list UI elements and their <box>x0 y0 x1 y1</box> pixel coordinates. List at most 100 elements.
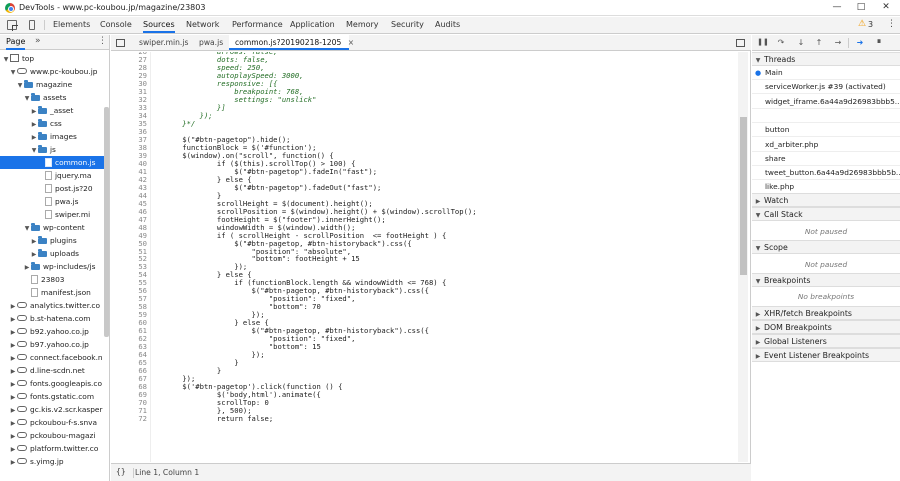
navigator-scrollbar[interactable] <box>104 107 109 337</box>
scope-section-header[interactable]: ▼ Scope <box>752 240 900 254</box>
editor-tab-swiper[interactable]: swiper.min.js <box>133 35 194 50</box>
tree-item[interactable]: ▼ www.pc-koubou.jp <box>0 65 109 78</box>
tree-item[interactable]: ▶ fonts.gstatic.com <box>0 390 109 403</box>
code-line[interactable]: }*/ <box>165 119 195 128</box>
tab-sources[interactable]: Sources <box>143 17 175 33</box>
tab-memory[interactable]: Memory <box>346 17 379 33</box>
more-tabs-icon[interactable]: » <box>35 36 41 46</box>
watch-section-header[interactable]: ▶ Watch <box>752 193 900 207</box>
inspect-element-icon[interactable] <box>7 20 18 31</box>
step-icon[interactable]: → <box>832 37 844 48</box>
close-tab-icon[interactable]: × <box>348 38 354 47</box>
devtools-menu-icon[interactable]: ⋮ <box>887 19 896 29</box>
close-window-button[interactable]: ✕ <box>875 1 897 14</box>
pretty-print-icon[interactable]: {} <box>116 467 126 476</box>
tree-item[interactable]: ▼ wp-content <box>0 221 109 234</box>
tree-item[interactable]: ▼ js <box>0 143 109 156</box>
thread-item[interactable]: tweet_button.6a44a9d26983bbb5b... <box>752 166 900 181</box>
tab-console[interactable]: Console <box>100 17 132 33</box>
tree-item[interactable]: post.js?20 <box>0 182 109 195</box>
tree-item[interactable]: ▶ connect.facebook.n <box>0 351 109 364</box>
toggle-navigator-icon[interactable] <box>116 39 125 47</box>
warning-count[interactable]: 3 <box>868 20 873 29</box>
code-content[interactable]: 26 arrows: false,27 dots: false,28 speed… <box>111 52 751 462</box>
tree-item[interactable]: ▼ assets <box>0 91 109 104</box>
navigator-menu-icon[interactable]: ⋮ <box>98 36 107 46</box>
threads-section-header[interactable]: ▼ Threads <box>752 52 900 66</box>
window-title: DevTools - www.pc-koubou.jp/magazine/238… <box>19 3 206 12</box>
breakpoints-status: No breakpoints <box>797 292 855 301</box>
toggle-debugger-icon[interactable] <box>736 39 745 47</box>
tree-item-label: manifest.json <box>41 288 91 297</box>
tree-item[interactable]: ▶ s.yimg.jp <box>0 455 109 469</box>
tree-item[interactable]: ▶ b.st-hatena.com <box>0 312 109 325</box>
thread-label: tweet_button.6a44a9d26983bbb5b... <box>765 168 900 178</box>
tree-item[interactable]: ▶ platform.twitter.co <box>0 442 109 455</box>
status-divider <box>133 468 134 478</box>
thread-item[interactable]: button <box>752 123 900 138</box>
folder-icon <box>38 131 47 140</box>
tree-item[interactable]: ▶ pckoubou-f-s.snva <box>0 416 109 429</box>
tree-item[interactable]: ▶ images <box>0 130 109 143</box>
editor-tab-common[interactable]: common.js?20190218-1205 × <box>229 35 354 50</box>
global-listeners-section-header[interactable]: ▶ Global Listeners <box>752 334 900 348</box>
tree-item[interactable]: common.js <box>0 156 109 169</box>
dom-breakpoints-section-header[interactable]: ▶ DOM Breakpoints <box>752 320 900 334</box>
tree-item[interactable]: ▶ fonts.googleapis.co <box>0 377 109 390</box>
thread-item[interactable]: widget_iframe.6a44a9d26983bbb5... <box>752 95 900 109</box>
step-over-icon[interactable]: ↷ <box>775 37 787 48</box>
tab-elements[interactable]: Elements <box>53 17 90 33</box>
tab-page[interactable]: Page <box>6 37 26 50</box>
editor-tab-pwa[interactable]: pwa.js <box>193 35 229 50</box>
folder-icon <box>38 144 47 153</box>
tree-item[interactable]: ▶ d.line-scdn.net <box>0 364 109 377</box>
pause-icon[interactable]: ❚❚ <box>757 37 769 48</box>
thread-item[interactable]: serviceWorker.js #39 (activated) <box>752 80 900 95</box>
tree-item[interactable]: ▶ pckoubou-magazi <box>0 429 109 442</box>
thread-item[interactable]: xd_arbiter.php <box>752 138 900 152</box>
chevron-right-icon[interactable]: ▶ <box>9 456 17 469</box>
xhr-breakpoints-section-header[interactable]: ▶ XHR/fetch Breakpoints <box>752 306 900 320</box>
tree-item[interactable]: ▶ wp-includes/js <box>0 260 109 273</box>
tab-security[interactable]: Security <box>391 17 424 33</box>
tree-item[interactable]: pwa.js <box>0 195 109 208</box>
tab-audits[interactable]: Audits <box>435 17 460 33</box>
pause-on-exceptions-icon[interactable]: ⏸ <box>873 37 885 48</box>
tree-item[interactable]: ▶ b92.yahoo.co.jp <box>0 325 109 338</box>
device-toolbar-icon[interactable] <box>29 20 35 30</box>
tab-application[interactable]: Application <box>290 17 335 33</box>
thread-item[interactable] <box>752 109 900 123</box>
tree-item[interactable]: ▶ b97.yahoo.co.jp <box>0 338 109 351</box>
tree-item[interactable]: ▼ top <box>0 52 109 65</box>
event-listener-breakpoints-section-header[interactable]: ▶ Event Listener Breakpoints <box>752 348 900 362</box>
file-icon <box>31 287 38 297</box>
thread-item[interactable]: ● Main <box>752 66 900 80</box>
maximize-button[interactable]: □ <box>850 1 872 14</box>
warning-icon[interactable]: ⚠ <box>858 19 866 29</box>
thread-item[interactable]: share <box>752 152 900 166</box>
code-line[interactable]: return false; <box>165 415 273 423</box>
tree-item[interactable]: ▶ plugins <box>0 234 109 247</box>
line-number[interactable]: 72 <box>111 415 147 423</box>
tree-item[interactable]: ▶ _asset <box>0 104 109 117</box>
tree-item[interactable]: manifest.json <box>0 286 109 299</box>
tree-item[interactable]: swiper.mi <box>0 208 109 221</box>
tree-item[interactable]: jquery.ma <box>0 169 109 182</box>
tree-item[interactable]: ▶ css <box>0 117 109 130</box>
folder-icon <box>31 222 40 231</box>
callstack-section-header[interactable]: ▼ Call Stack <box>752 207 900 221</box>
tree-item[interactable]: ▶ uploads <box>0 247 109 260</box>
tab-network[interactable]: Network <box>186 17 219 33</box>
editor-scrollbar-thumb[interactable] <box>740 117 747 275</box>
breakpoints-section-header[interactable]: ▼ Breakpoints <box>752 273 900 287</box>
tree-item-label: b97.yahoo.co.jp <box>30 340 89 349</box>
tree-item[interactable]: ▶ gc.kis.v2.scr.kasper <box>0 403 109 416</box>
tab-performance[interactable]: Performance <box>232 17 283 33</box>
step-into-icon[interactable]: ↓ <box>795 37 807 48</box>
minimize-button[interactable]: — <box>826 1 848 14</box>
deactivate-breakpoints-icon[interactable]: ➜ <box>854 37 866 48</box>
tree-item[interactable]: ▼ magazine <box>0 78 109 91</box>
step-out-icon[interactable]: ↑ <box>813 37 825 48</box>
tree-item[interactable]: 23803 <box>0 273 109 286</box>
tree-item[interactable]: ▶ analytics.twitter.co <box>0 299 109 312</box>
